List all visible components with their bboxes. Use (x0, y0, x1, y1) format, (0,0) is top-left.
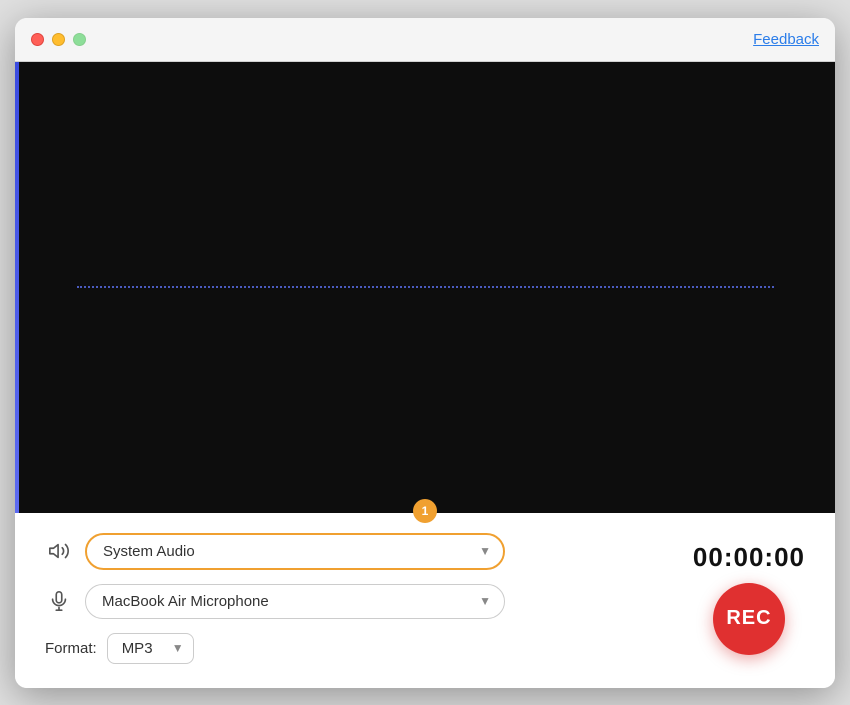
minimize-button[interactable] (52, 33, 65, 46)
speaker-icon (45, 540, 73, 562)
format-label: Format: (45, 640, 97, 657)
controls-grid: System Audio BlackHole 2ch No Audio ▼ (45, 533, 805, 664)
badge-number: 1 (422, 504, 429, 518)
audio-input-select[interactable]: System Audio BlackHole 2ch No Audio (85, 533, 505, 570)
feedback-link[interactable]: Feedback (753, 31, 819, 48)
microphone-row: MacBook Air Microphone No Microphone Bui… (45, 584, 673, 619)
waveform-dots (77, 286, 774, 288)
audio-input-select-wrapper: System Audio BlackHole 2ch No Audio ▼ (85, 533, 505, 570)
audio-input-row: System Audio BlackHole 2ch No Audio ▼ (45, 533, 673, 570)
timer-display: 00:00:00 (693, 542, 805, 573)
format-row: Format: MP3 AAC WAV FLAC AIFF ▼ (45, 633, 673, 664)
traffic-lights (31, 33, 86, 46)
microphone-select-wrapper: MacBook Air Microphone No Microphone Bui… (85, 584, 505, 619)
controls-left: System Audio BlackHole 2ch No Audio ▼ (45, 533, 673, 664)
rec-button[interactable]: REC (713, 583, 785, 655)
rec-label: REC (726, 607, 771, 630)
titlebar: Feedback (15, 18, 835, 62)
left-accent (15, 62, 19, 513)
controls-area: 1 System Audio (15, 513, 835, 688)
badge: 1 (413, 499, 437, 523)
format-select-wrapper: MP3 AAC WAV FLAC AIFF ▼ (107, 633, 194, 664)
format-select[interactable]: MP3 AAC WAV FLAC AIFF (107, 633, 194, 664)
controls-right: 00:00:00 REC (693, 542, 805, 655)
close-button[interactable] (31, 33, 44, 46)
waveform (77, 286, 774, 288)
microphone-select[interactable]: MacBook Air Microphone No Microphone Bui… (85, 584, 505, 619)
zoom-button[interactable] (73, 33, 86, 46)
microphone-icon (45, 590, 73, 612)
video-area (15, 62, 835, 513)
app-window: Feedback 1 (15, 18, 835, 688)
badge-container: 1 (413, 499, 437, 523)
